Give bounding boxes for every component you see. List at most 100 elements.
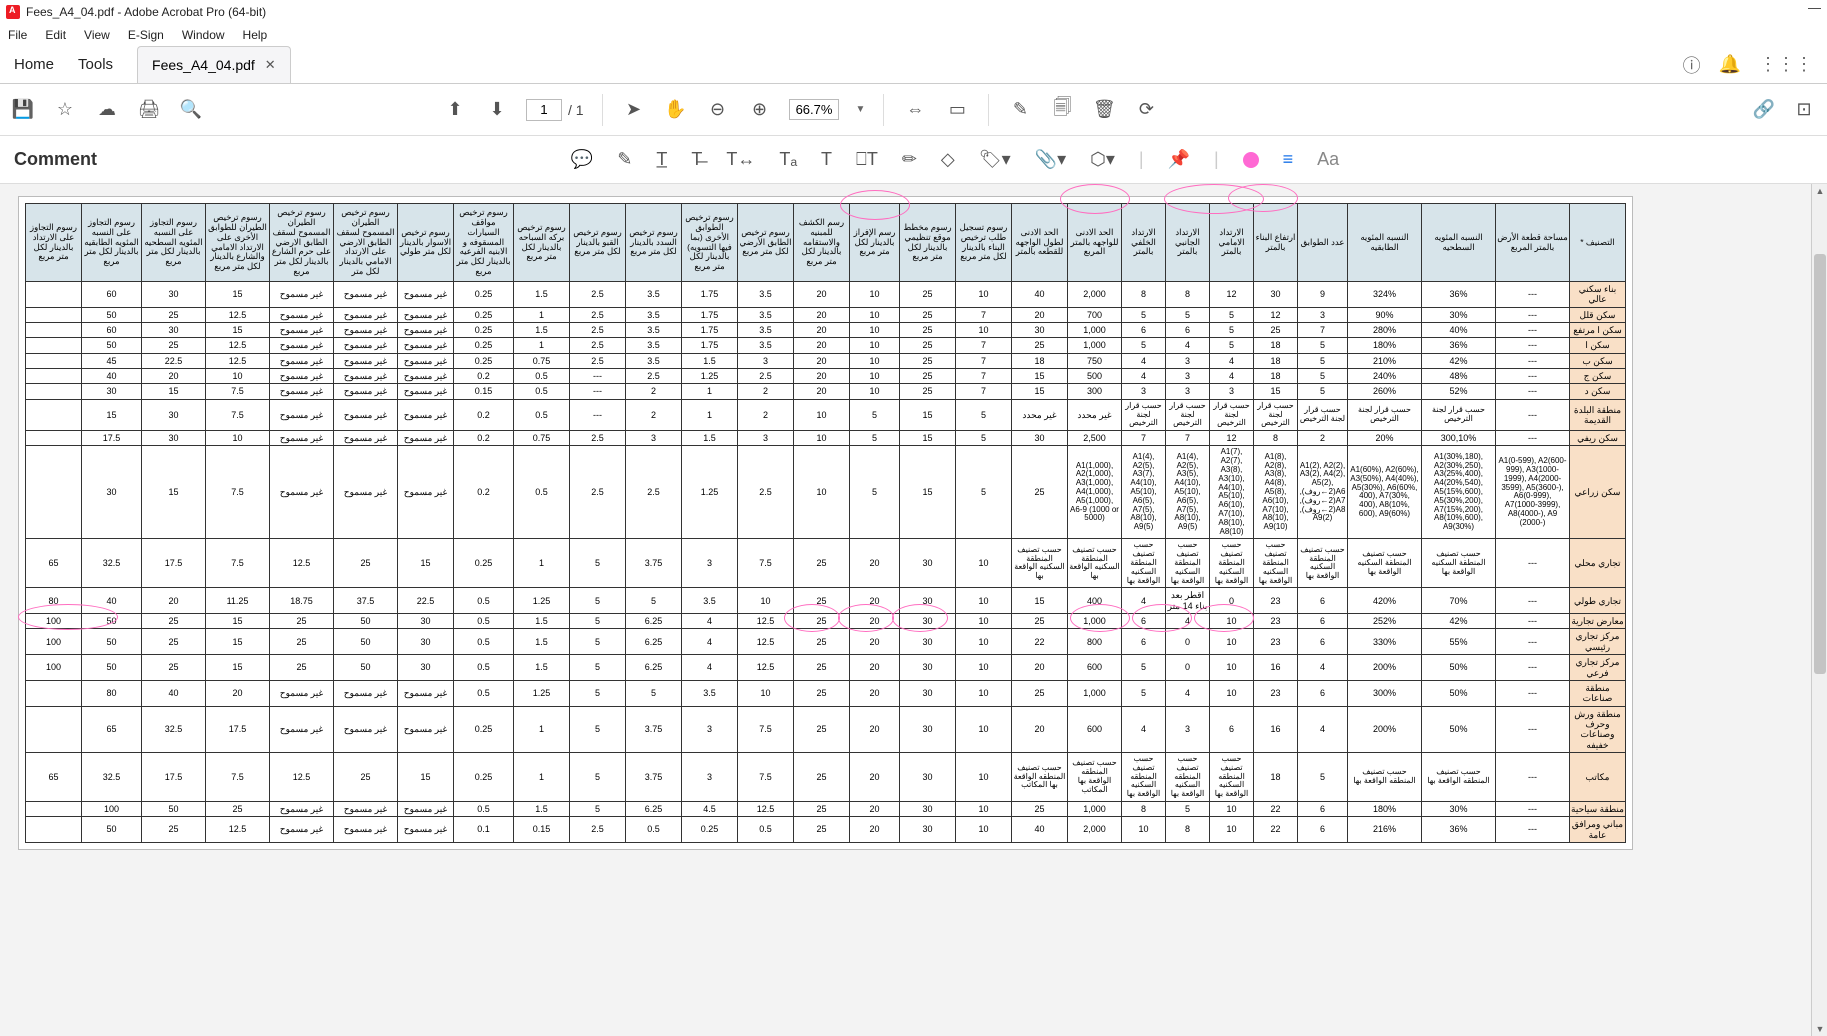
table-cell: 3 <box>1298 307 1348 322</box>
attach-icon[interactable]: 📎▾ <box>1035 149 1066 170</box>
table-cell: 15 <box>398 752 454 801</box>
text-icon[interactable]: T <box>821 149 832 170</box>
scroll-down-icon[interactable]: ▼ <box>1814 1024 1826 1034</box>
table-cell: 0.15 <box>454 384 514 399</box>
strikethrough-icon[interactable]: T̶ <box>691 149 702 170</box>
save-icon[interactable]: 💾 <box>10 97 36 123</box>
bell-icon[interactable]: 🔔 <box>1719 54 1741 75</box>
trash-icon[interactable]: 🗑 <box>1091 97 1117 123</box>
chevron-down-icon[interactable]: ▼ <box>855 104 865 115</box>
print-icon[interactable]: 🖨 <box>136 97 162 123</box>
font-icon[interactable]: Aa <box>1317 149 1339 170</box>
organize-icon[interactable]: 🗐 <box>1049 97 1075 123</box>
window-controls: — <box>1808 0 1821 15</box>
vertical-scrollbar[interactable]: ▲ ▼ <box>1811 184 1827 1036</box>
table-cell: 210% <box>1348 353 1422 368</box>
table-cell: 4 <box>1298 706 1348 752</box>
zoom-in-icon[interactable]: ⊕ <box>747 97 773 123</box>
table-cell: 20 <box>794 384 850 399</box>
table-cell: 3.5 <box>738 282 794 308</box>
stroke-icon[interactable]: ≡ <box>1283 149 1294 170</box>
table-cell: 12 <box>1210 431 1254 446</box>
table-cell <box>26 399 82 430</box>
page-up-icon[interactable]: ⬆ <box>442 97 468 123</box>
table-cell: 1.25 <box>682 369 738 384</box>
apps-grid-icon[interactable]: ⋮⋮⋮ <box>1759 54 1813 75</box>
stamp-icon[interactable]: 🏷▾ <box>979 149 1011 170</box>
col-header: رسوم ترخيص الطابق الأرضي لكل متر مربع <box>738 204 794 282</box>
table-cell: 3.5 <box>626 307 682 322</box>
table-cell: 10 <box>1122 817 1166 843</box>
color-swatch[interactable] <box>1243 152 1259 168</box>
minimize-button[interactable]: — <box>1808 0 1821 15</box>
page-layout-icon[interactable]: ▭ <box>944 97 970 123</box>
table-cell: 1,000 <box>1068 338 1122 353</box>
menu-view[interactable]: View <box>84 28 110 42</box>
zoom-out-icon[interactable]: ⊖ <box>705 97 731 123</box>
table-cell: 30 <box>1012 431 1068 446</box>
file-tab[interactable]: Fees_A4_04.pdf ✕ <box>137 46 291 83</box>
menu-window[interactable]: Window <box>182 28 225 42</box>
table-cell: 5 <box>570 655 626 681</box>
table-cell: 10 <box>956 323 1012 338</box>
hand-icon[interactable]: ✋ <box>663 97 689 123</box>
more-icon[interactable]: ⊡ <box>1791 97 1817 123</box>
table-cell: 5 <box>956 399 1012 430</box>
table-cell: حسب تصنيف المنطقة السكنيه الواقعة بها <box>1348 539 1422 588</box>
fit-width-icon[interactable]: ⇔ <box>902 97 928 123</box>
insert-text-icon[interactable]: Tₐ <box>779 149 797 170</box>
zoom-value[interactable]: 66.7% <box>789 99 840 120</box>
table-cell: 1,000 <box>1068 801 1122 816</box>
scrollbar-thumb[interactable] <box>1814 254 1826 674</box>
table-cell: 25 <box>900 353 956 368</box>
pin-icon[interactable]: 📌 <box>1168 149 1190 170</box>
table-cell: 20% <box>1348 431 1422 446</box>
note-icon[interactable]: 💬 <box>571 149 593 170</box>
underline-icon[interactable]: T̲ <box>656 149 667 170</box>
row-category: منطقة البلدة القديمة <box>1570 399 1626 430</box>
star-icon[interactable]: ☆ <box>52 97 78 123</box>
page-down-icon[interactable]: ⬇ <box>484 97 510 123</box>
rotate-icon[interactable]: ⟳ <box>1133 97 1159 123</box>
cloud-icon[interactable]: ☁ <box>94 97 120 123</box>
highlight-icon[interactable]: ✎ <box>617 149 632 170</box>
share-icon[interactable]: 🔗 <box>1751 97 1777 123</box>
table-cell: 30 <box>142 399 206 430</box>
table-cell: حسب تصنيف المنطقة السكنيه الواقعة بها <box>1298 539 1348 588</box>
table-cell: 0.5 <box>454 655 514 681</box>
table-cell: 20 <box>794 353 850 368</box>
table-cell: 25 <box>900 282 956 308</box>
table-cell: 25 <box>1254 323 1298 338</box>
replace-text-icon[interactable]: T↔ <box>726 149 755 170</box>
table-cell: 10 <box>956 588 1012 614</box>
table-cell: 180% <box>1348 801 1422 816</box>
table-cell: 30 <box>398 614 454 629</box>
menu-esign[interactable]: E-Sign <box>128 28 164 42</box>
search-icon[interactable]: 🔍 <box>178 97 204 123</box>
menu-help[interactable]: Help <box>243 28 268 42</box>
tab-home[interactable]: Home <box>14 56 54 73</box>
table-row: سكن ب---42%210%51843475018725102031.53.5… <box>26 353 1626 368</box>
table-cell: 2.5 <box>570 323 626 338</box>
scroll-up-icon[interactable]: ▲ <box>1814 186 1826 196</box>
pencil-icon[interactable]: ✏ <box>902 149 917 170</box>
menu-file[interactable]: File <box>8 28 27 42</box>
menu-edit[interactable]: Edit <box>45 28 66 42</box>
sign-icon[interactable]: ✎ <box>1007 97 1033 123</box>
document-viewport[interactable]: التصنيف *مساحة قطعة الأرض بالمتر المربعا… <box>0 184 1827 1036</box>
table-cell: غير مسموح <box>334 323 398 338</box>
eraser-icon[interactable]: ◇ <box>941 149 955 170</box>
close-icon[interactable]: ✕ <box>265 57 276 73</box>
help-icon[interactable]: ⓘ <box>1683 52 1701 78</box>
page-input[interactable] <box>526 99 562 121</box>
pointer-icon[interactable]: ➤ <box>621 97 647 123</box>
shapes-icon[interactable]: ⬡▾ <box>1090 149 1115 170</box>
table-cell: 324% <box>1348 282 1422 308</box>
table-cell: 4 <box>1122 369 1166 384</box>
textbox-icon[interactable]: ⎕T <box>856 149 878 170</box>
table-cell: 60 <box>82 282 142 308</box>
tab-tools[interactable]: Tools <box>78 56 113 73</box>
table-cell: --- <box>1496 801 1570 816</box>
table-cell: 800 <box>1068 629 1122 655</box>
table-cell: 3.5 <box>626 323 682 338</box>
